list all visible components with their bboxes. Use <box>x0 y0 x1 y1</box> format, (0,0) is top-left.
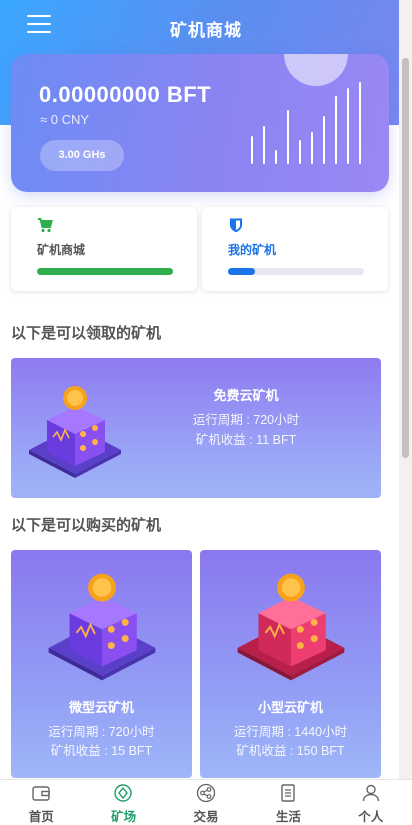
tile-label: 我的矿机 <box>228 243 277 257</box>
tab-label: 矿场 <box>111 810 137 824</box>
miner-name: 微型云矿机 <box>68 700 134 715</box>
miner-income: 矿机收益 : 11 BFT <box>195 433 297 447</box>
balance-amount: 0.00000000 BFT <box>39 82 212 107</box>
top-bar: 矿机商城 <box>0 0 400 54</box>
tab-profile[interactable]: 个人 <box>330 780 412 825</box>
miner-cube-icon <box>48 573 156 681</box>
miner-name: 免费云矿机 <box>213 388 279 403</box>
progress-track <box>37 268 173 275</box>
tile-my-miners[interactable]: 我的矿机 <box>202 207 388 291</box>
bottom-tab-bar: 首页 矿场 交易 生活 个人 <box>0 779 412 825</box>
mining-icon <box>114 784 133 802</box>
tab-label: 交易 <box>193 810 219 824</box>
scrollbar-thumb[interactable] <box>402 58 409 458</box>
progress-fill <box>37 268 173 275</box>
miner-period: 运行周期 : 720小时 <box>192 413 300 427</box>
section-title-claimable: 以下是可以领取的矿机 <box>11 325 162 342</box>
miner-cube-icon <box>29 386 121 478</box>
shop-miner-card-small[interactable]: 小型云矿机 运行周期 : 1440小时 矿机收益 : 150 BFT <box>200 550 381 778</box>
miner-name: 小型云矿机 <box>257 700 323 715</box>
miner-income: 矿机收益 : 150 BFT <box>236 744 345 758</box>
progress-fill <box>228 268 256 275</box>
chart-bars-icon <box>251 82 371 164</box>
tab-life[interactable]: 生活 <box>247 780 329 825</box>
tab-label: 首页 <box>28 810 54 824</box>
tab-label: 个人 <box>358 810 384 824</box>
shield-icon <box>230 218 242 233</box>
cart-icon <box>38 218 53 233</box>
section-title-purchasable: 以下是可以购买的矿机 <box>11 517 162 534</box>
tab-label: 生活 <box>275 810 301 824</box>
document-icon <box>281 784 295 802</box>
free-miner-card[interactable]: 免费云矿机 运行周期 : 720小时 矿机收益 : 11 BFT <box>11 358 381 498</box>
miner-income: 矿机收益 : 15 BFT <box>50 744 153 758</box>
page-title: 矿机商城 <box>170 21 242 41</box>
wallet-icon <box>32 786 50 801</box>
hashrate-badge: 3.00 GHs <box>40 140 124 171</box>
progress-track <box>228 268 364 275</box>
user-icon <box>362 784 379 802</box>
shop-miner-card-micro[interactable]: 微型云矿机 运行周期 : 720小时 矿机收益 : 15 BFT <box>11 550 192 778</box>
scrollbar[interactable] <box>399 0 412 779</box>
tab-trade[interactable]: 交易 <box>165 780 247 825</box>
tile-label: 矿机商城 <box>37 243 86 257</box>
balance-cny: ≈ 0 CNY <box>40 112 90 127</box>
miner-period: 运行周期 : 720小时 <box>48 725 155 739</box>
tab-mining[interactable]: 矿场 <box>82 780 164 825</box>
miner-period: 运行周期 : 1440小时 <box>233 725 348 739</box>
share-icon <box>196 783 215 803</box>
balance-card: 0.00000000 BFT ≈ 0 CNY 3.00 GHs <box>11 54 389 192</box>
miner-cube-icon <box>237 573 345 681</box>
tile-miner-shop[interactable]: 矿机商城 <box>11 207 197 291</box>
tab-home[interactable]: 首页 <box>0 780 82 825</box>
